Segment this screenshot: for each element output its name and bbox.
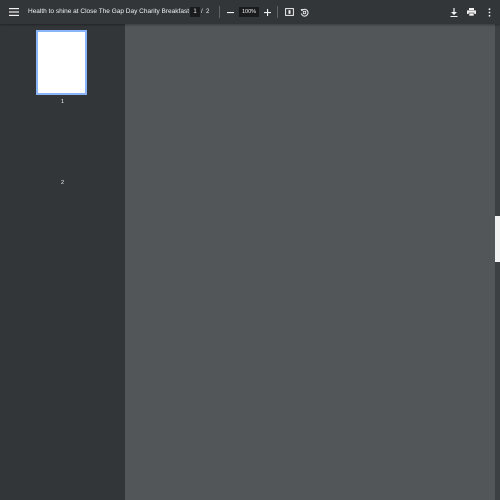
toolbar-divider bbox=[219, 6, 220, 18]
more-vert-icon bbox=[488, 7, 491, 17]
more-options-button[interactable] bbox=[484, 0, 494, 24]
zoom-in-button[interactable] bbox=[262, 0, 272, 24]
document-title: Health to shine at Close The Gap Day Cha… bbox=[28, 8, 190, 15]
download-icon bbox=[450, 7, 458, 17]
fit-page-button[interactable] bbox=[283, 0, 295, 24]
vertical-scrollbar[interactable] bbox=[495, 24, 500, 500]
fit-page-icon bbox=[284, 8, 294, 16]
print-icon bbox=[466, 8, 476, 16]
toolbar-divider bbox=[277, 6, 278, 18]
menu-icon bbox=[9, 8, 19, 16]
print-button[interactable] bbox=[465, 0, 477, 24]
rotate-button[interactable] bbox=[298, 0, 310, 24]
thumbnail-sidebar: 1 2 bbox=[0, 24, 125, 500]
menu-button[interactable] bbox=[6, 0, 22, 24]
page-total: 2 bbox=[206, 9, 210, 15]
rotate-icon bbox=[300, 8, 309, 17]
document-viewport[interactable] bbox=[125, 24, 500, 500]
thumbnail-label[interactable]: 2 bbox=[0, 180, 125, 186]
page-number-input[interactable]: 1 bbox=[190, 7, 200, 17]
zoom-in-icon bbox=[263, 8, 271, 16]
zoom-out-button[interactable] bbox=[225, 0, 235, 24]
page-separator: / bbox=[201, 9, 203, 15]
scrollbar-thumb[interactable] bbox=[495, 216, 500, 262]
zoom-level-input[interactable]: 100% bbox=[239, 7, 259, 17]
download-button[interactable] bbox=[448, 0, 460, 24]
pdf-toolbar: Health to shine at Close The Gap Day Cha… bbox=[0, 0, 500, 24]
page-thumbnail-1[interactable] bbox=[36, 30, 87, 95]
thumbnail-label: 1 bbox=[60, 99, 65, 105]
zoom-out-icon bbox=[226, 9, 234, 16]
